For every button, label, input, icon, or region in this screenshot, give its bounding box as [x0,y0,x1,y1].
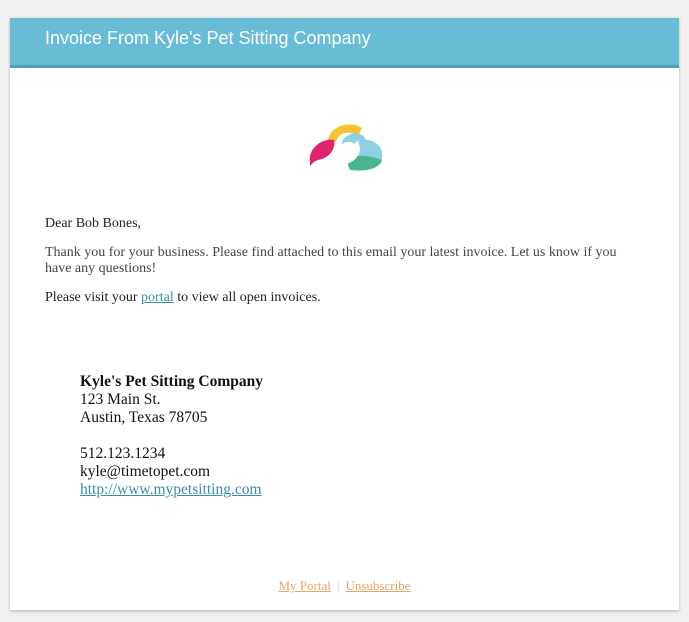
pet-sitting-logo-icon [309,124,383,171]
signature-spacer [80,427,263,445]
email-title: Invoice From Kyle's Pet Sitting Company [45,28,371,48]
message-body: Dear Bob Bones, Thank you for your busin… [45,216,645,319]
visit-prefix: Please visit your [45,290,142,305]
greeting-text: Dear Bob Bones, [45,216,142,231]
portal-link[interactable]: portal [141,290,174,305]
my-portal-link[interactable]: My Portal [279,578,331,593]
signature-phone: 512.123.1234 [80,445,166,462]
footer-separator: | [336,578,340,593]
visit-suffix: to view all open invoices. [173,290,321,305]
portal-sentence: Please visit your portal to view all ope… [45,290,645,306]
email-footer: My Portal | Unsubscribe [10,578,679,594]
signature-block: Kyle's Pet Sitting Company 123 Main St. … [80,373,263,499]
thanks-text: Thank you for your business. Please find… [45,245,617,276]
email-card: Invoice From Kyle's Pet Sitting Company … [10,18,679,610]
signature-street: 123 Main St. [80,391,161,408]
email-header: Invoice From Kyle's Pet Sitting Company [10,18,679,68]
signature-email: kyle@timetopet.com [80,463,211,480]
signature-company: Kyle's Pet Sitting Company [80,373,263,390]
signature-website-link[interactable]: http://www.mypetsitting.com [80,481,262,498]
signature-city: Austin, Texas 78705 [80,409,208,426]
unsubscribe-link[interactable]: Unsubscribe [345,578,410,593]
